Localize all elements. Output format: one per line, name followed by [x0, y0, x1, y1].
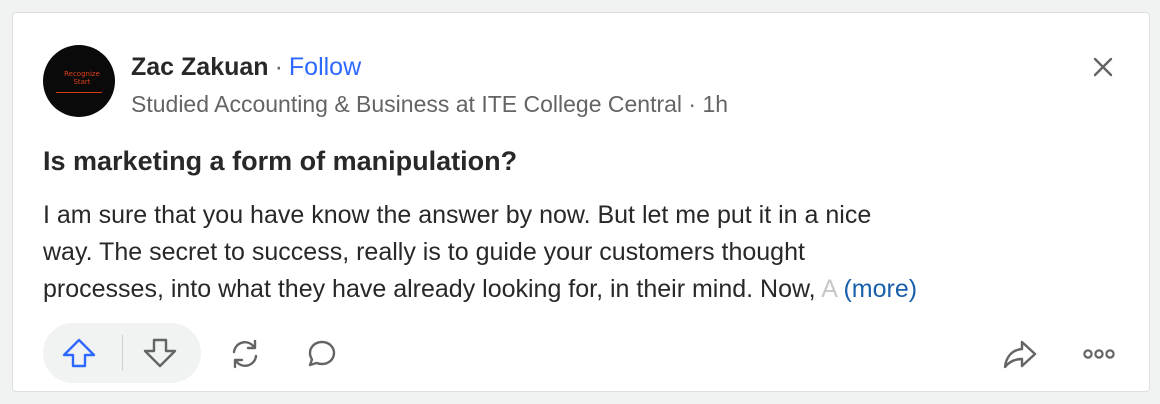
author-credential[interactable]: Studied Accounting & Business at ITE Col… [131, 91, 682, 117]
avatar-logo-text: Recognize Start [64, 70, 100, 86]
answer-fade-text: A [815, 275, 837, 303]
close-button[interactable] [1087, 51, 1119, 83]
more-options-button[interactable] [1079, 339, 1119, 369]
close-icon [1093, 57, 1113, 77]
follow-button[interactable]: Follow [289, 53, 361, 81]
answer-line: way. The secret to success, really is to… [43, 238, 805, 266]
share-button[interactable] [1001, 337, 1039, 371]
answer-line: I am sure that you have know the answer … [43, 201, 872, 229]
upvote-button[interactable] [61, 337, 97, 369]
author-credential-row: Studied Accounting & Business at ITE Col… [131, 89, 728, 119]
name-separator: · [274, 53, 283, 81]
comment-bubble-icon [308, 340, 336, 367]
meta-separator: · [682, 91, 703, 117]
reshare-button[interactable] [227, 337, 263, 371]
reshare-icon [232, 339, 258, 369]
vote-group [43, 323, 201, 383]
author-name[interactable]: Zac Zakuan [131, 53, 269, 81]
avatar-logo-line [56, 92, 102, 93]
downvote-button[interactable] [142, 337, 178, 369]
comment-button[interactable] [305, 337, 339, 371]
answer-preview[interactable]: I am sure that you have know the answer … [43, 197, 1123, 308]
vote-divider [122, 335, 123, 371]
more-link[interactable]: (more) [843, 275, 917, 303]
share-arrow-icon [1003, 340, 1037, 369]
ellipsis-icon [1083, 349, 1115, 359]
avatar[interactable]: Recognize Start [43, 45, 115, 117]
post-card: Recognize Start Zac Zakuan · Follow Studie… [12, 12, 1150, 392]
downvote-arrow-icon [143, 338, 177, 368]
author-row: Zac Zakuan · Follow [131, 51, 361, 83]
question-title[interactable]: Is marketing a form of manipulation? [43, 143, 517, 179]
upvote-arrow-icon [62, 338, 96, 368]
answer-line-text: processes, into what they have already l… [43, 275, 816, 303]
answer-line-last: processes, into what they have already l… [43, 271, 1123, 308]
post-time[interactable]: 1h [703, 91, 729, 117]
